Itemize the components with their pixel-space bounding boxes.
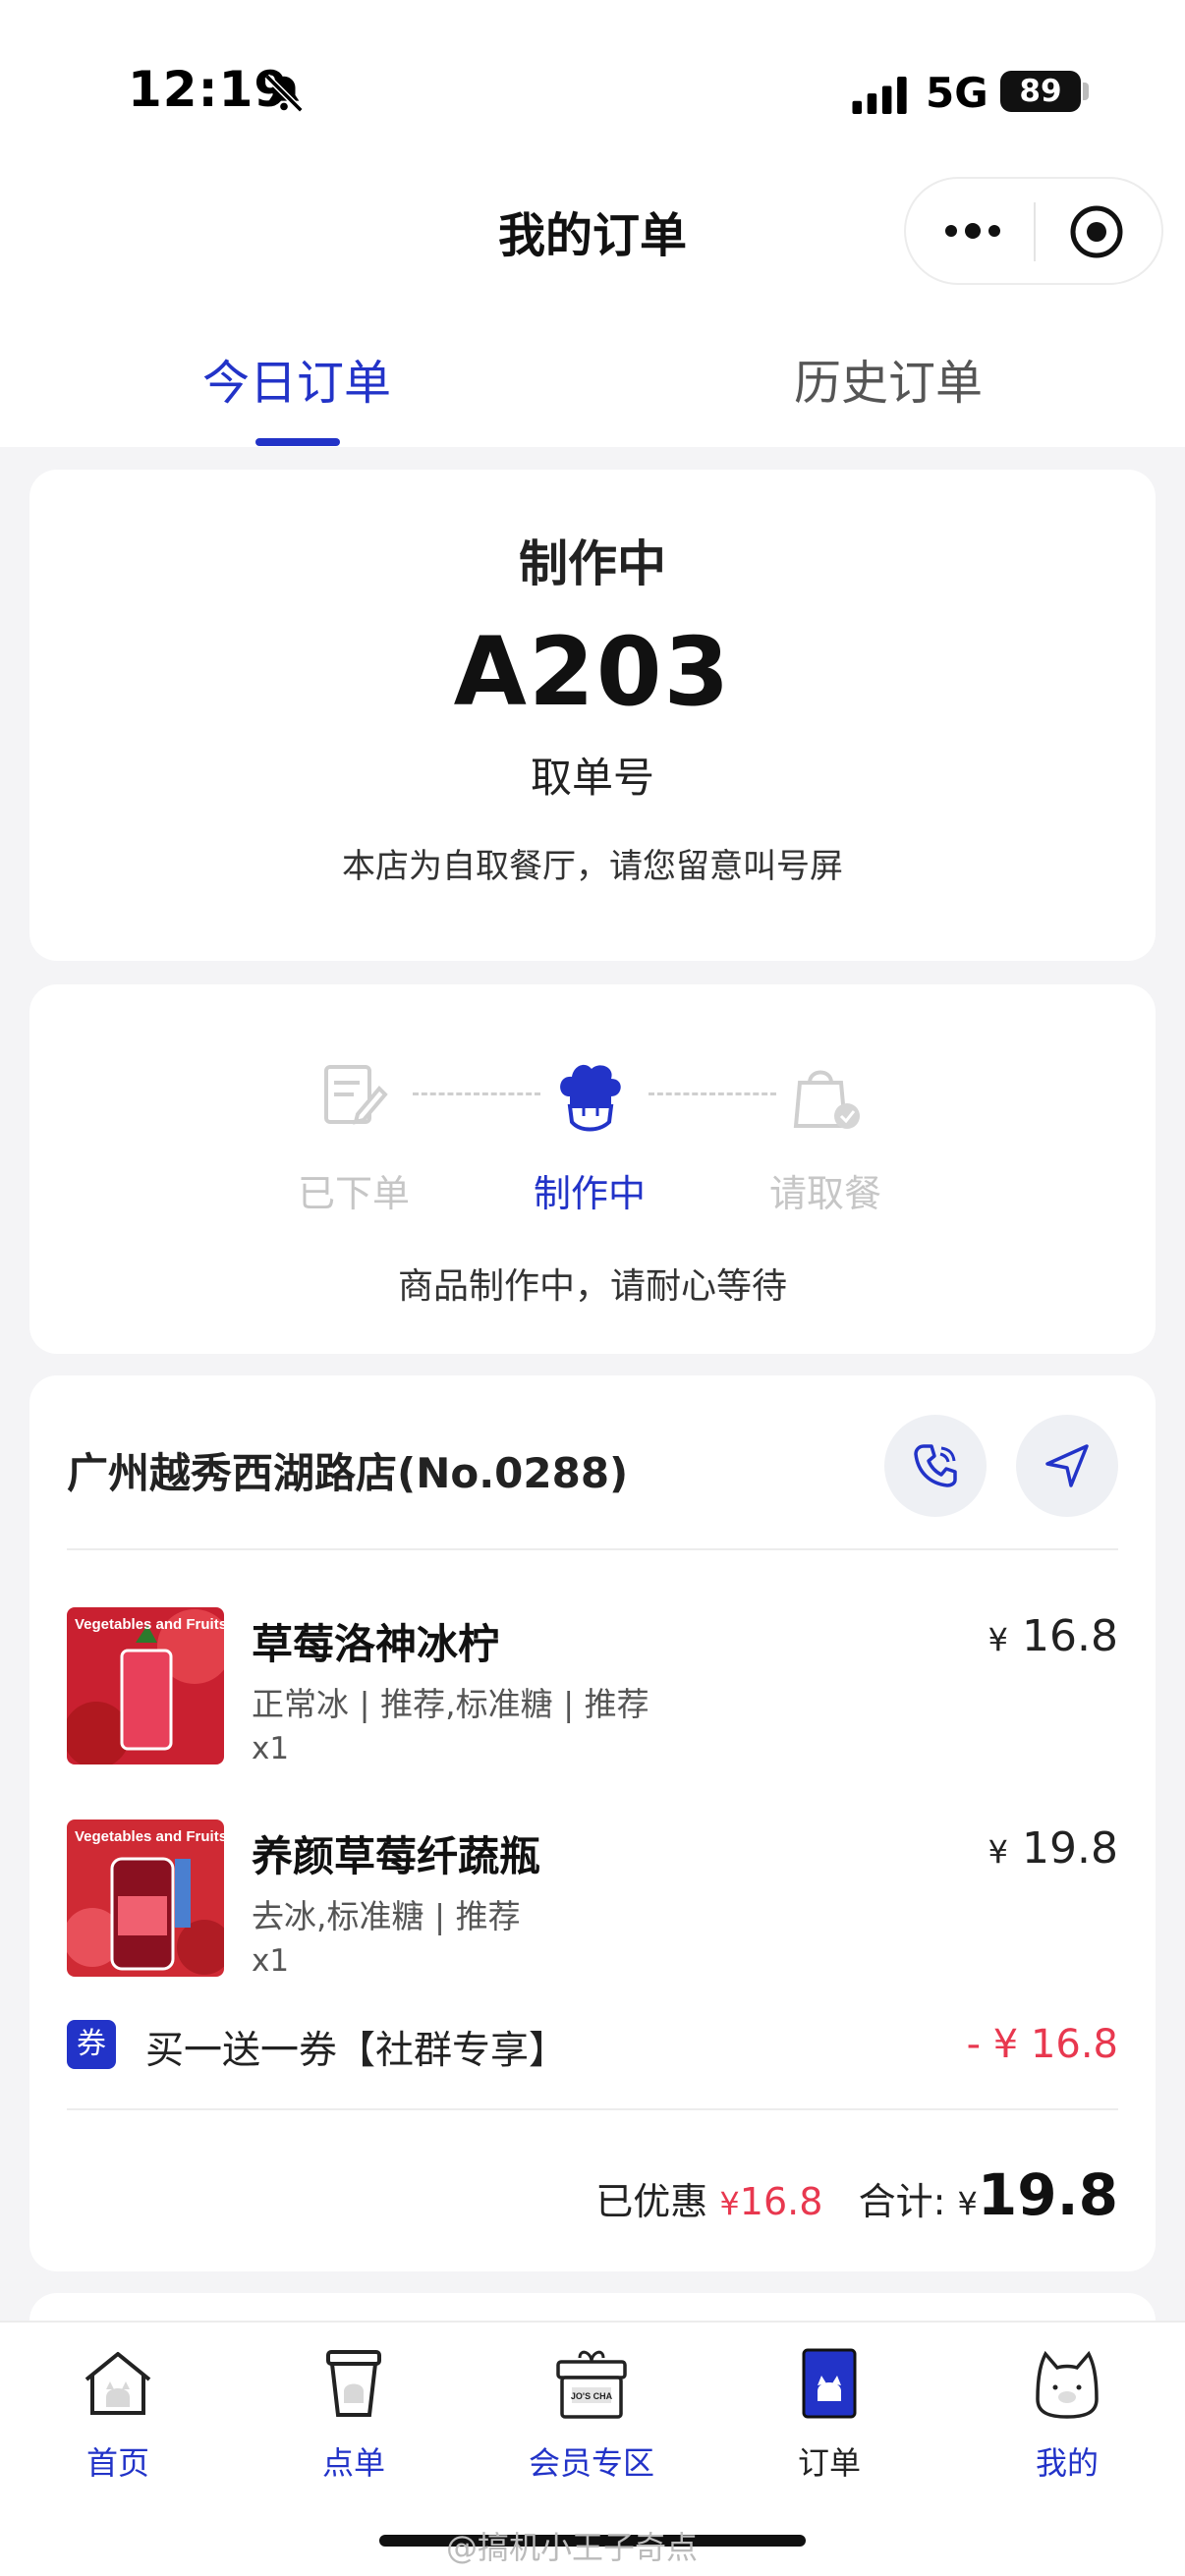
- box-text: JO'S CHA: [571, 2391, 613, 2401]
- divider: [67, 2108, 1118, 2110]
- tab-label: 订单: [797, 2444, 861, 2482]
- navigate-button[interactable]: [1016, 1415, 1118, 1517]
- network-type: 5G: [926, 69, 988, 117]
- progress-card: 已下单 制作中 请取餐 商品制作中，请耐心等待: [29, 984, 1156, 1354]
- discount-label: 已优惠: [595, 2180, 708, 2223]
- cat-face-icon: [1036, 2350, 1099, 2419]
- total-currency: ¥: [957, 2185, 978, 2222]
- divider: [67, 1548, 1118, 1550]
- order-detail-card: 广州越秀西湖路店(No.0288) Vegetables and Fruits …: [29, 1375, 1156, 2271]
- discount-currency: ¥: [719, 2185, 740, 2222]
- tab-home[interactable]: 首页: [20, 2344, 216, 2492]
- item-spec: 正常冰 | 推荐,标准糖 | 推荐: [252, 1685, 649, 1723]
- pickup-card: 制作中 A203 取单号 本店为自取餐厅，请您留意叫号屏: [29, 470, 1156, 961]
- total-label: 合计:: [858, 2180, 946, 2223]
- signal-icon: [852, 77, 907, 114]
- item-price: ¥ 19.8: [988, 1823, 1118, 1874]
- coupon-badge: 券: [67, 2020, 116, 2069]
- bell-muted-icon: [264, 74, 304, 113]
- order-summary: 已优惠 ¥16.8 合计: ¥19.8: [595, 2161, 1118, 2228]
- pickup-number-label: 取单号: [530, 754, 654, 802]
- tab-profile[interactable]: 我的: [969, 2344, 1165, 2492]
- progress-line: [649, 1092, 776, 1095]
- coupon-text: 买一送一券【社群专享】: [145, 2029, 568, 2073]
- home-icon: [85, 2352, 151, 2415]
- tab-active-indicator: [255, 438, 340, 446]
- tab-history-orders[interactable]: 历史订单: [794, 344, 983, 413]
- coupon-amount: - ¥ 16.8: [966, 2022, 1118, 2067]
- tab-label: 点单: [321, 2444, 385, 2482]
- order-item: Vegetables and Fruits Tea 草莓洛神冰柠 正常冰 | 推…: [29, 1607, 1156, 1774]
- cup-icon: [326, 2350, 381, 2417]
- pickup-bag-icon: [793, 1070, 860, 1129]
- battery-icon: 89: [1000, 71, 1081, 112]
- watermark: @搞机小王子奇点: [446, 2529, 699, 2566]
- pickup-number: A203: [453, 617, 732, 727]
- order-icon: [802, 2348, 857, 2419]
- item-name: 草莓洛神冰柠: [252, 1620, 500, 1668]
- capsule-divider: [1034, 202, 1036, 261]
- tab-member-zone[interactable]: JO'S CHA 会员专区: [493, 2344, 690, 2492]
- status-bar: 12:19 5G 89: [0, 0, 1185, 187]
- phone-icon: [914, 1444, 957, 1487]
- item-name: 养颜草莓纤蔬瓶: [252, 1832, 541, 1880]
- mini-program-capsule: [904, 177, 1163, 285]
- gift-box-icon: JO'S CHA: [556, 2350, 627, 2419]
- store-name[interactable]: 广州越秀西湖路店(No.0288): [67, 1440, 628, 1500]
- product-thumbnail: Vegetables and Fruits Tea: [67, 1820, 224, 1977]
- chef-hat-icon: [560, 1064, 621, 1132]
- item-quantity: x1: [252, 1731, 290, 1766]
- tab-label: 我的: [1035, 2444, 1099, 2482]
- step-label-making: 制作中: [533, 1172, 646, 1215]
- tab-today-orders[interactable]: 今日订单: [202, 344, 391, 413]
- progress-note: 商品制作中，请耐心等待: [397, 1266, 787, 1307]
- item-quantity: x1: [252, 1943, 290, 1979]
- more-icon[interactable]: [941, 216, 1004, 246]
- close-target-icon[interactable]: [1067, 202, 1126, 261]
- step-label-placed: 已下单: [297, 1172, 410, 1215]
- tab-order-menu[interactable]: 点单: [255, 2344, 452, 2492]
- navigation-arrow-icon: [1045, 1444, 1089, 1487]
- thumb-text: Vegetables and Fruits Tea: [75, 1616, 224, 1633]
- item-spec: 去冰,标准糖 | 推荐: [252, 1897, 521, 1935]
- tab-label: 首页: [85, 2444, 149, 2482]
- order-status-text: 制作中: [519, 535, 666, 592]
- total-amount: 19.8: [977, 2161, 1118, 2228]
- step-label-pickup: 请取餐: [768, 1172, 881, 1215]
- progress-line: [413, 1092, 540, 1095]
- product-thumbnail: Vegetables and Fruits Tea: [67, 1607, 224, 1764]
- pickup-note: 本店为自取餐厅，请您留意叫号屏: [342, 847, 843, 886]
- order-item: Vegetables and Fruits Tea 养颜草莓纤蔬瓶 去冰,标准糖…: [29, 1820, 1156, 1987]
- order-placed-icon: [324, 1065, 388, 1125]
- call-store-button[interactable]: [884, 1415, 987, 1517]
- tab-orders[interactable]: 订单: [731, 2344, 928, 2492]
- item-price: ¥ 16.8: [988, 1611, 1118, 1661]
- battery-tip: [1083, 83, 1089, 100]
- thumb-text: Vegetables and Fruits Tea: [75, 1828, 224, 1845]
- discount-amount: 16.8: [739, 2180, 823, 2223]
- tab-label: 会员专区: [528, 2444, 654, 2482]
